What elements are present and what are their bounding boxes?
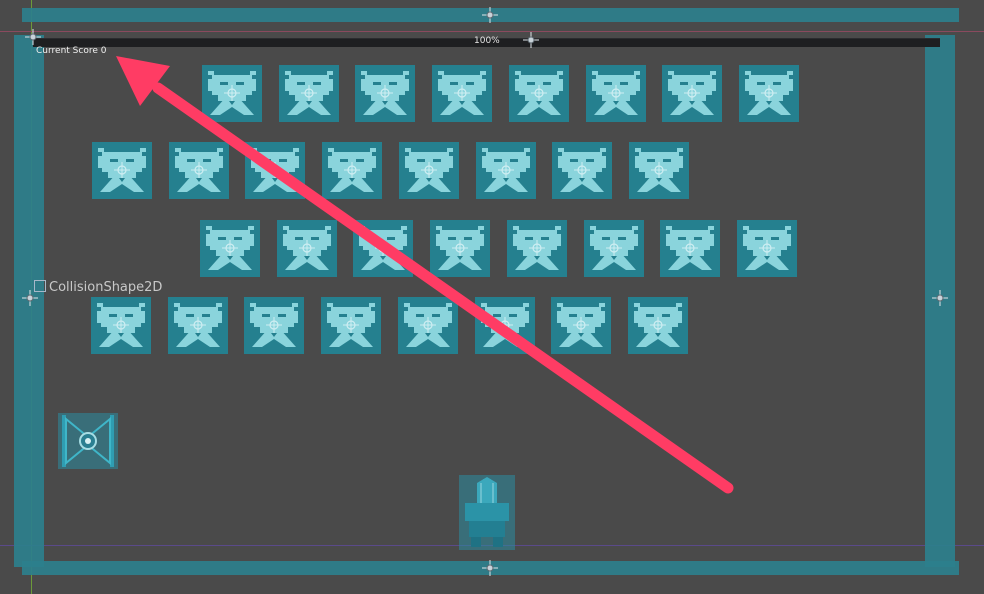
annotation-arrow-icon — [116, 56, 734, 494]
